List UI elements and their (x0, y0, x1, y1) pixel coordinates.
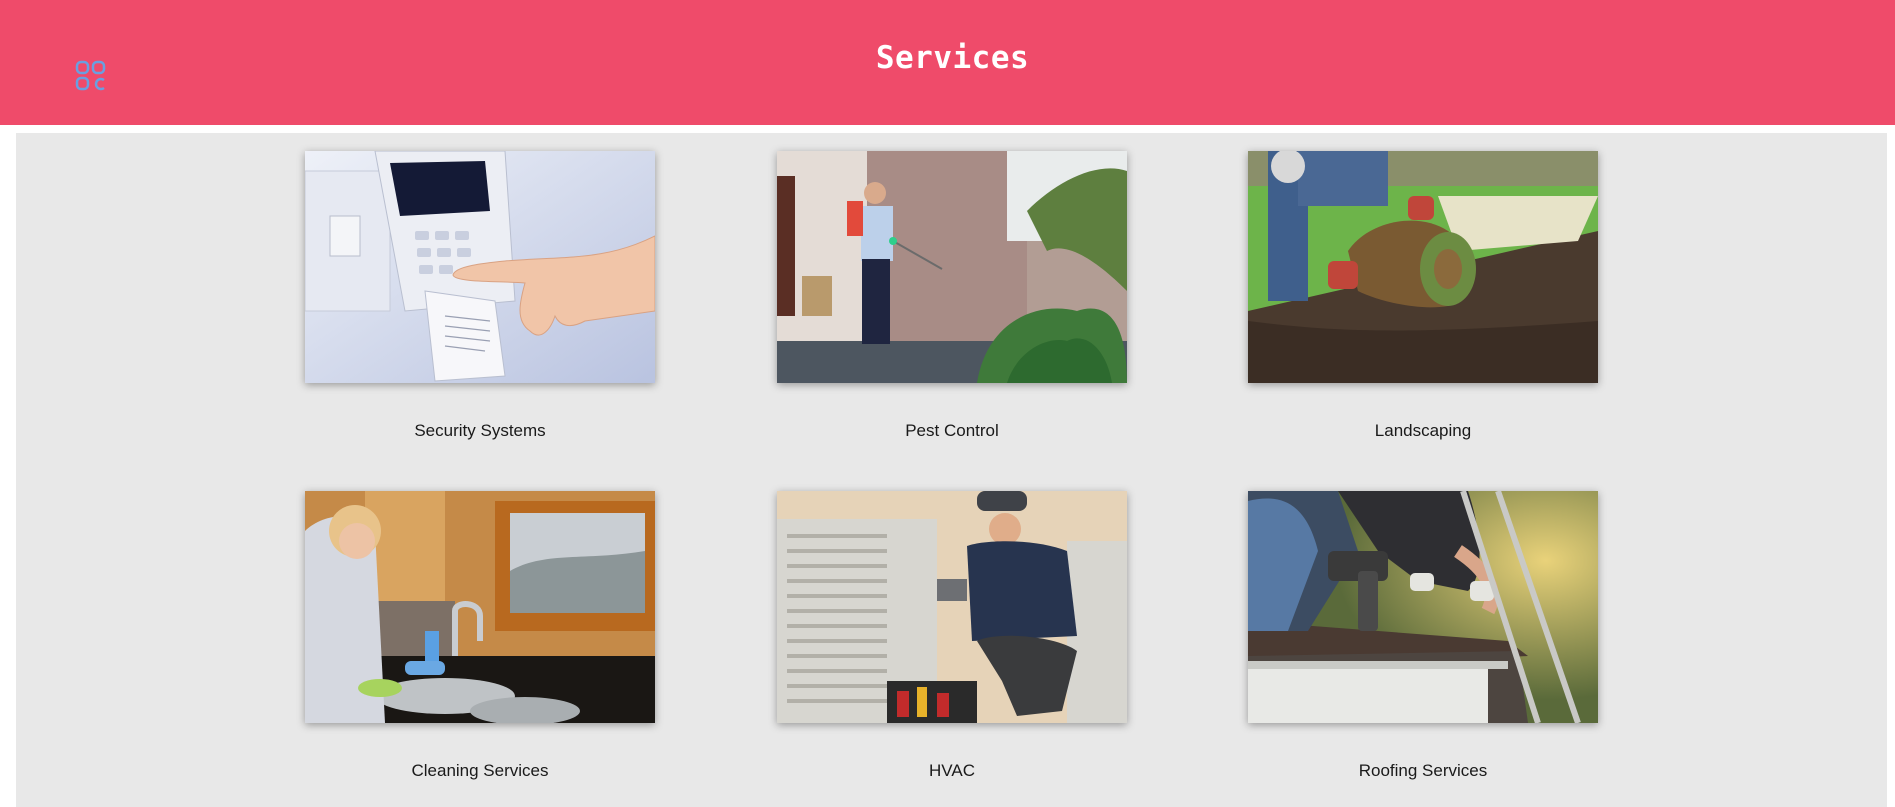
service-label: Roofing Services (1358, 761, 1488, 780)
landscaping-sod-photo (1248, 151, 1598, 383)
service-card-security-systems[interactable]: Security Systems (305, 151, 655, 471)
app-header: Services (0, 0, 1895, 125)
service-label: Landscaping (1374, 421, 1472, 440)
roofing-nailer-photo (1248, 491, 1598, 723)
pest-control-photo (777, 151, 1127, 383)
service-card-landscaping[interactable]: Landscaping (1248, 151, 1598, 471)
cleaning-sink-photo (305, 491, 655, 723)
service-label: Cleaning Services (411, 761, 549, 780)
service-card-roofing-services[interactable]: Roofing Services (1248, 491, 1598, 807)
service-label: Security Systems (414, 421, 546, 440)
security-keypad-photo (305, 151, 655, 383)
service-label: HVAC (929, 761, 975, 780)
service-label: Pest Control (905, 421, 999, 440)
hvac-technician-photo (777, 491, 1127, 723)
service-card-pest-control[interactable]: Pest Control (777, 151, 1127, 471)
services-grid: Security Systems Pest Control Landscapin… (16, 133, 1887, 807)
page-title: Services (875, 40, 1030, 76)
service-card-hvac[interactable]: HVAC (777, 491, 1127, 807)
service-card-cleaning-services[interactable]: Cleaning Services (305, 491, 655, 807)
